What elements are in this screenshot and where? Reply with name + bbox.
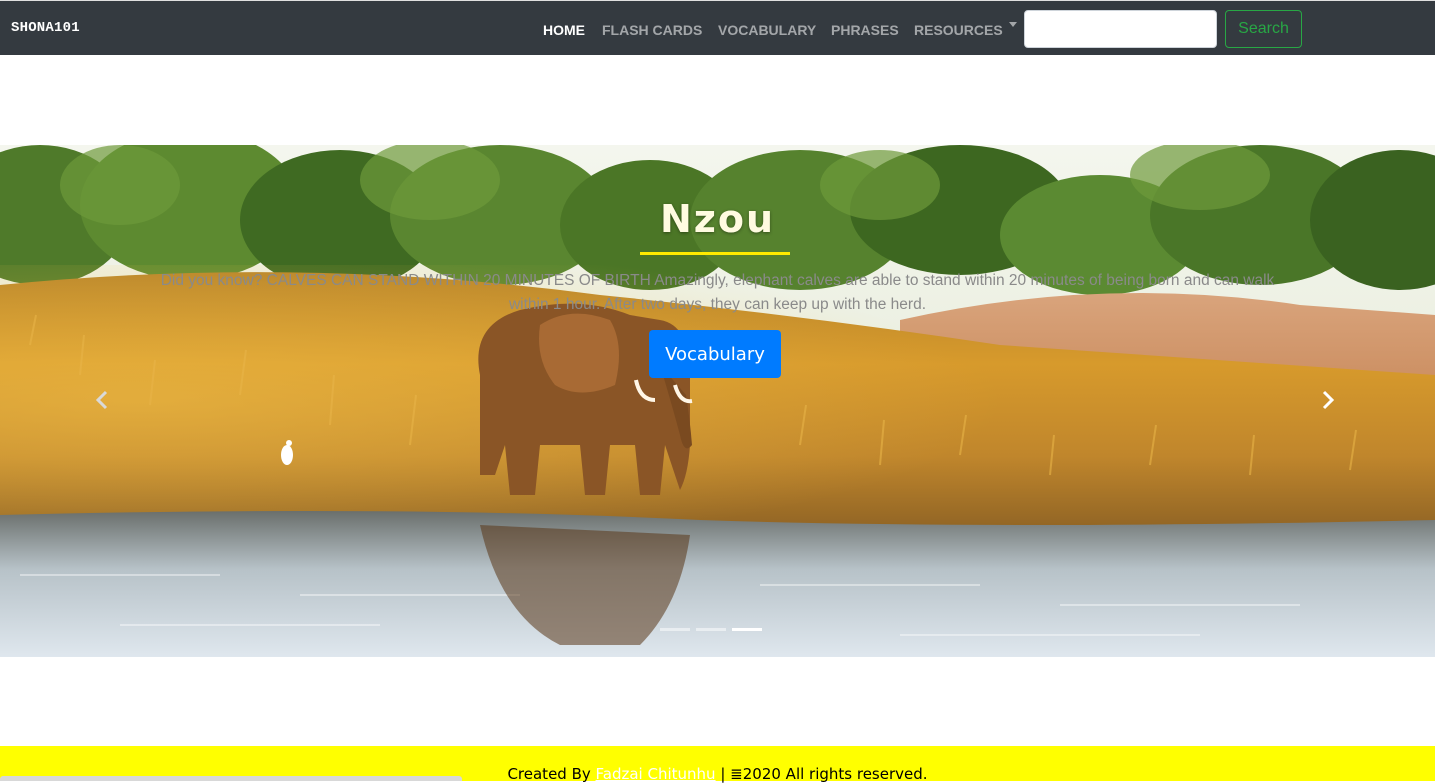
carousel-title: Nzou bbox=[659, 197, 776, 241]
carousel-indicators bbox=[660, 628, 762, 631]
caret-down-icon bbox=[1008, 22, 1017, 27]
carousel-indicator[interactable] bbox=[696, 628, 726, 631]
top-navbar: SHONA101 HOME FLASH CARDS VOCABULARY PHR… bbox=[0, 0, 1435, 55]
nav-home-link[interactable]: HOME bbox=[543, 22, 585, 38]
chevron-right-icon[interactable] bbox=[1317, 390, 1337, 410]
bottom-overlay-edge bbox=[0, 776, 462, 781]
carousel-indicator[interactable] bbox=[660, 628, 690, 631]
vocabulary-button[interactable]: Vocabulary bbox=[649, 330, 781, 378]
nav-resources-dropdown[interactable]: RESOURCES bbox=[914, 22, 1017, 38]
title-underline bbox=[640, 252, 790, 255]
hero-carousel: Nzou Did you know? CALVES CAN STAND WITH… bbox=[0, 145, 1435, 657]
search-button[interactable]: Search bbox=[1225, 10, 1302, 48]
menu-icon: ≣ bbox=[730, 765, 743, 783]
footer-separator: | bbox=[715, 765, 731, 783]
search-input[interactable] bbox=[1024, 10, 1217, 48]
carousel-caption-text: Did you know? CALVES CAN STAND WITHIN 20… bbox=[160, 272, 1275, 313]
carousel-indicator-active[interactable] bbox=[732, 628, 762, 631]
chevron-left-icon[interactable] bbox=[93, 390, 113, 410]
brand-logo[interactable]: SHONA101 bbox=[11, 20, 80, 36]
nav-resources-label: RESOURCES bbox=[914, 22, 1003, 38]
nav-phrases-link[interactable]: PHRASES bbox=[831, 22, 899, 38]
footer-suffix: 2020 All rights reserved. bbox=[742, 765, 928, 783]
nav-flash-cards-link[interactable]: FLASH CARDS bbox=[602, 22, 702, 38]
nav-vocabulary-link[interactable]: VOCABULARY bbox=[718, 22, 816, 38]
author-link[interactable]: Fadzai Chitunhu bbox=[596, 765, 716, 783]
footer-prefix: Created By bbox=[507, 765, 596, 783]
